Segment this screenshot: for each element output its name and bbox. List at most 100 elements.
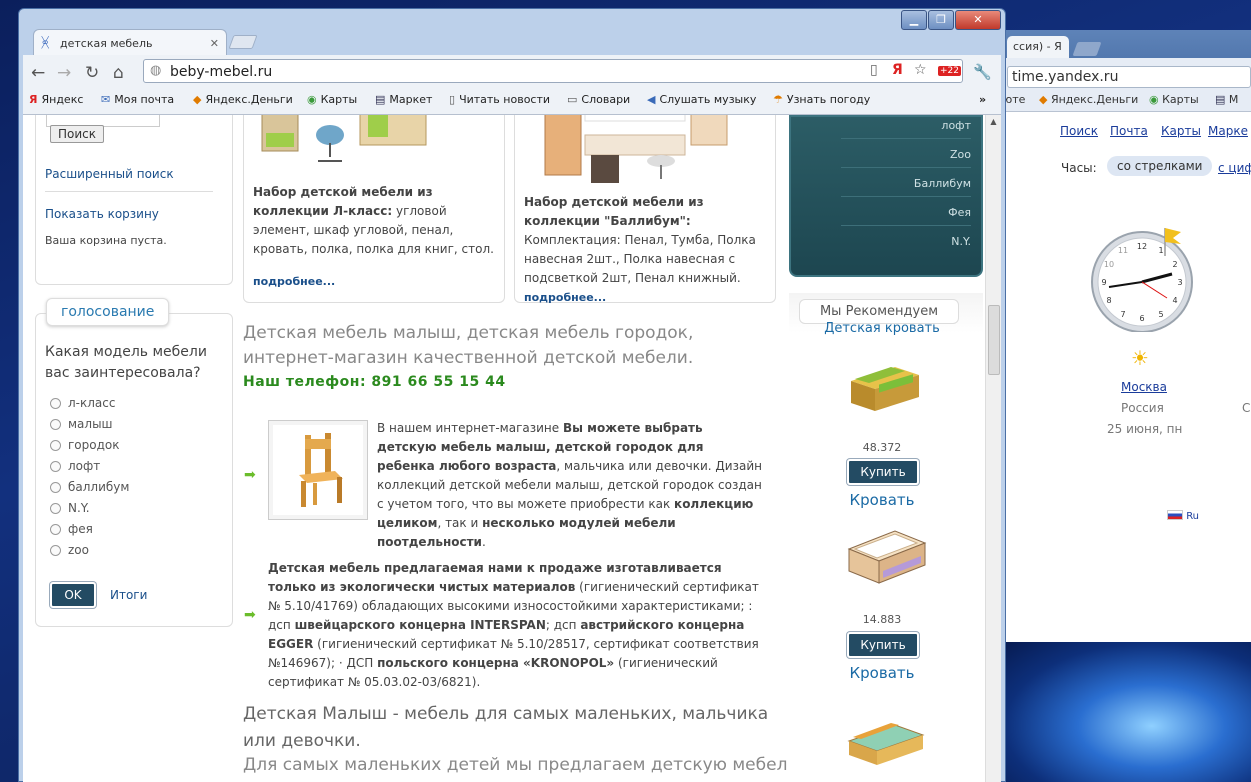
bookmark-dictionaries[interactable]: ▭ Словари — [567, 93, 630, 106]
advanced-search-link[interactable]: Расширенный поиск — [45, 167, 174, 181]
forward-arrow-icon[interactable]: → — [57, 63, 71, 83]
menu-item-ny[interactable]: N.Y. — [841, 235, 971, 254]
divider — [45, 191, 213, 192]
poll-option[interactable]: zoo — [50, 543, 89, 557]
radio-button[interactable] — [50, 440, 61, 451]
bookmark-weather[interactable]: ☂ Узнать погоду — [773, 93, 870, 106]
background-bookmark[interactable]: юте — [1003, 93, 1025, 106]
scroll-up-arrow-icon[interactable]: ▲ — [987, 117, 1000, 129]
clock-number: 2 — [1172, 260, 1177, 269]
menu-item-loft[interactable]: лофт — [841, 119, 971, 139]
bookmark-news[interactable]: ▯ Читать новости — [449, 93, 550, 106]
bookmark-star-icon[interactable]: ☆ — [914, 62, 927, 78]
clock-option-digital[interactable]: с циф — [1218, 161, 1251, 175]
scrollbar-thumb[interactable] — [988, 305, 1000, 375]
clock-number: 6 — [1139, 314, 1144, 323]
radio-button[interactable] — [50, 482, 61, 493]
menu-item-feya[interactable]: Фея — [841, 206, 971, 226]
country: Россия — [1121, 401, 1164, 415]
vertical-scrollbar[interactable]: ▲ — [985, 115, 1001, 782]
search-button[interactable]: Поиск — [50, 125, 105, 143]
poll-option[interactable]: баллибум — [50, 480, 129, 494]
menu-item-ballibum[interactable]: Баллибум — [841, 177, 971, 197]
menu-item-zoo[interactable]: Zoo — [841, 148, 971, 168]
music-icon: ◀ — [647, 93, 656, 106]
bookmark-yandex[interactable]: Я Яндекс — [29, 93, 83, 106]
chair-image[interactable] — [268, 420, 368, 520]
read-more-link[interactable]: подробнее... — [524, 291, 606, 304]
bookmark-market[interactable]: ▤ Маркет — [375, 93, 432, 106]
address-bar[interactable]: ◍ beby-mebel.ru ▯ Я ☆ +22 — [143, 59, 963, 83]
radio-button[interactable] — [50, 398, 61, 409]
poll-option[interactable]: малыш — [50, 417, 113, 431]
background-browser-window[interactable]: ссия) - Я time.yandex.ru юте ◆ Яндекс.Де… — [1003, 30, 1251, 782]
analog-clock: 12 1 2 3 4 5 6 7 8 9 10 11 — [1091, 228, 1193, 332]
radio-button[interactable] — [50, 524, 61, 535]
minimize-button[interactable]: ▁ — [901, 10, 927, 30]
radio-button[interactable] — [50, 461, 61, 472]
bookmark-mail[interactable]: ✉ Моя почта — [101, 93, 174, 106]
maximize-button[interactable]: ❐ — [928, 10, 954, 30]
product-name-link[interactable]: Кровать — [789, 664, 975, 682]
maps-icon: ◉ — [1149, 93, 1159, 106]
money-icon: ◆ — [193, 93, 202, 106]
url-text[interactable]: beby-mebel.ru — [170, 64, 272, 80]
tab-title: детская мебель — [60, 37, 153, 50]
radio-button[interactable] — [50, 545, 61, 556]
bookmarks-overflow-button[interactable]: » — [979, 93, 986, 106]
background-address-bar[interactable]: time.yandex.ru — [1007, 66, 1251, 88]
poll-title: голосование — [46, 298, 170, 326]
read-more-link[interactable]: подробнее... — [253, 275, 335, 288]
language-switch[interactable]: Ru — [1167, 510, 1199, 522]
product-name-link[interactable]: Кровать — [789, 491, 975, 509]
product-price: 48.372 — [862, 441, 902, 454]
poll-results-link[interactable]: Итоги — [110, 588, 147, 602]
clock-number: 4 — [1172, 296, 1177, 305]
background-bookmark[interactable]: ▤ М — [1215, 93, 1238, 106]
link-mail[interactable]: Почта — [1110, 124, 1148, 138]
poll-option[interactable]: N.Y. — [50, 501, 90, 515]
background-bookmark[interactable]: ◉ Карты — [1149, 93, 1199, 106]
close-window-button[interactable]: ✕ — [955, 10, 1001, 30]
poll-option[interactable]: фея — [50, 522, 93, 536]
radio-button[interactable] — [50, 503, 61, 514]
link-search[interactable]: Поиск — [1060, 124, 1098, 138]
poll-option[interactable]: городок — [50, 438, 120, 452]
bookmark-money[interactable]: ◆ Яндекс.Деньги — [193, 93, 293, 106]
city-link[interactable]: Москва — [1121, 380, 1167, 394]
wrench-menu-icon[interactable]: 🔧 — [973, 63, 992, 81]
new-tab-button[interactable] — [228, 35, 258, 49]
link-maps[interactable]: Карты — [1161, 124, 1201, 138]
bed-image[interactable] — [845, 711, 925, 771]
buy-button[interactable]: Купить — [847, 459, 919, 485]
home-icon[interactable]: ⌂ — [113, 63, 124, 83]
bed-image[interactable] — [845, 525, 929, 591]
extension-badge[interactable]: +22 — [938, 66, 961, 76]
furniture-set-image[interactable] — [541, 115, 731, 185]
yandex-icon[interactable]: Я — [892, 62, 903, 78]
background-new-tab-button[interactable] — [1072, 42, 1102, 56]
active-tab[interactable]: ᚸ детская мебель ✕ — [33, 29, 227, 55]
green-arrow-icon: ➡ — [244, 467, 256, 483]
collections-menu: лофт Zoo Баллибум Фея N.Y. — [789, 115, 983, 277]
bookmark-maps[interactable]: ◉ Карты — [307, 93, 357, 106]
buy-button[interactable]: Купить — [847, 632, 919, 658]
background-tab[interactable]: ссия) - Я — [1007, 36, 1069, 58]
show-cart-link[interactable]: Показать корзину — [45, 207, 159, 221]
link-market[interactable]: Марке — [1208, 124, 1248, 138]
back-arrow-icon[interactable]: ← — [31, 63, 45, 83]
bed-image[interactable] — [845, 355, 925, 415]
close-tab-icon[interactable]: ✕ — [210, 37, 219, 50]
radio-button[interactable] — [50, 419, 61, 430]
page-icon[interactable]: ▯ — [870, 62, 878, 78]
poll-option[interactable]: л-класс — [50, 396, 115, 410]
section-heading: Детская Малыш - мебель для самых маленьк… — [243, 704, 769, 751]
bookmark-music[interactable]: ◀ Слушать музыку — [647, 93, 756, 106]
poll-option[interactable]: лофт — [50, 459, 100, 473]
reload-icon[interactable]: ↻ — [85, 63, 99, 83]
furniture-set-image[interactable] — [260, 115, 430, 167]
clock-option-analog[interactable]: со стрелками — [1107, 156, 1213, 176]
background-bookmark[interactable]: ◆ Яндекс.Деньги — [1039, 93, 1138, 106]
browser-window[interactable]: ▁ ❐ ✕ ᚸ детская мебель ✕ ← → ↻ ⌂ ◍ beby-… — [18, 8, 1006, 782]
poll-ok-button[interactable]: OK — [50, 582, 96, 608]
